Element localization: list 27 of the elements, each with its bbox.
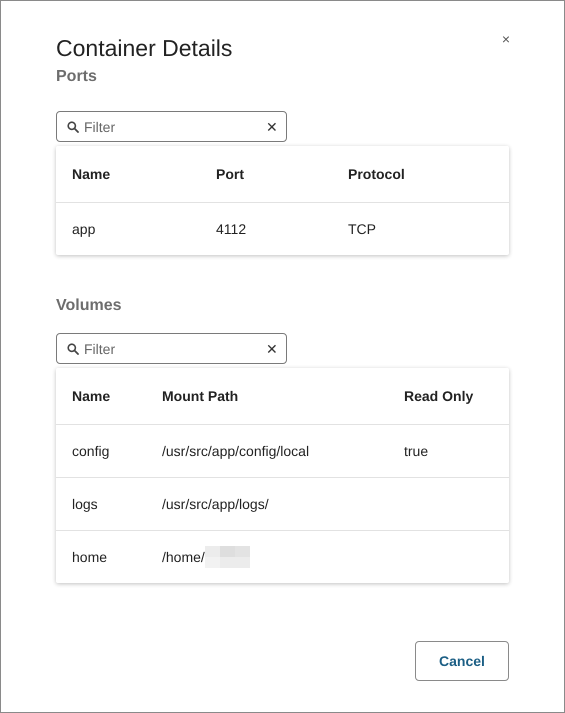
section-heading: Ports — [56, 68, 98, 86]
column-header: Protocol — [348, 166, 406, 182]
table-cell: /usr/src/app/logs/ — [162, 496, 269, 512]
column-header: Name — [72, 388, 112, 404]
column-header: Port — [216, 166, 245, 182]
table-cell: 4112 — [216, 221, 246, 237]
close-button[interactable]: × — [502, 31, 510, 47]
table-cell: true — [404, 443, 428, 459]
table-cell: logs — [72, 496, 98, 512]
column-header: Read Only — [404, 388, 474, 404]
column-header: Mount Path — [162, 388, 240, 404]
table-cell: app — [72, 221, 96, 237]
dialog-title: Container Details — [56, 35, 232, 62]
cancel-button[interactable]: Cancel — [415, 641, 509, 681]
table-cell: config — [72, 443, 110, 459]
table-cell: /usr/src/app/config/local — [162, 443, 310, 459]
filter-field[interactable]: Filter ✕ — [56, 333, 287, 364]
table-cell: TCP — [348, 221, 376, 237]
clear-button[interactable]: ✕ — [266, 340, 278, 356]
table-cell: /home/ — [162, 549, 205, 565]
search-icon — [67, 120, 79, 132]
filter-field[interactable]: Filter ✕ — [56, 111, 287, 142]
table-cell: home — [72, 549, 108, 565]
clear-button[interactable]: ✕ — [266, 118, 278, 134]
search-icon — [67, 342, 79, 354]
section-heading: Volumes — [56, 297, 122, 315]
column-header: Name — [72, 166, 112, 182]
